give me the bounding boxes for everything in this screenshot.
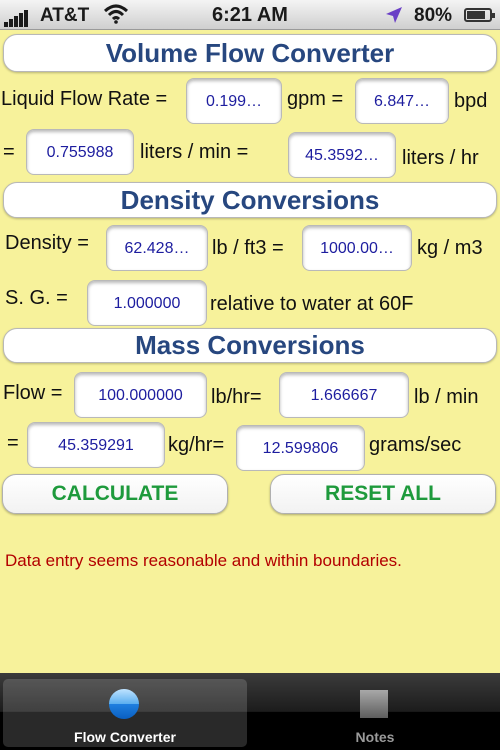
- liters-per-hr-label: liters / hr: [402, 147, 479, 169]
- lb-per-ft3-input[interactable]: 62.428…: [106, 225, 208, 271]
- location-arrow-icon: [386, 7, 402, 23]
- tab-notes-label: Notes: [355, 729, 395, 745]
- gpm-label: gpm =: [287, 88, 344, 110]
- kg-per-m3-label: kg / m3: [417, 237, 483, 259]
- lb-per-hr-input[interactable]: 100.000000: [74, 372, 207, 418]
- liquid-flow-rate-label: Liquid Flow Rate =: [1, 88, 168, 110]
- tab-notes[interactable]: Notes: [253, 679, 497, 747]
- flow-label: Flow =: [3, 382, 63, 404]
- specific-gravity-input[interactable]: 1.000000: [87, 280, 207, 326]
- liters-per-hr-input[interactable]: 45.3592…: [288, 132, 396, 178]
- specific-gravity-label: S. G. =: [5, 287, 68, 309]
- lb-per-hr-label: lb/hr=: [211, 386, 262, 408]
- lb-per-ft3-label: lb / ft3 =: [212, 237, 284, 259]
- lb-per-min-label: lb / min: [414, 386, 479, 408]
- grams-per-sec-input[interactable]: 12.599806: [236, 425, 365, 471]
- mass-conversions-header: Mass Conversions: [3, 328, 497, 363]
- specific-gravity-note: relative to water at 60F: [210, 293, 414, 315]
- status-message: Data entry seems reasonable and within b…: [5, 551, 402, 570]
- battery-icon: [464, 8, 495, 22]
- kg-per-hr-input[interactable]: 45.359291: [27, 422, 165, 468]
- tab-bar: Flow Converter Notes: [0, 673, 500, 750]
- reset-all-button[interactable]: RESET ALL: [270, 474, 496, 514]
- calculate-button[interactable]: CALCULATE: [2, 474, 228, 514]
- density-label: Density =: [5, 232, 89, 254]
- status-bar: AT&T 6:21 AM 80%: [0, 0, 500, 30]
- blue-orb-icon: [109, 689, 139, 719]
- liters-per-min-label: liters / min =: [140, 141, 249, 163]
- battery-percentage: 80%: [414, 5, 453, 26]
- grams-per-sec-label: grams/sec: [369, 434, 462, 456]
- density-conversions-header: Density Conversions: [3, 182, 497, 218]
- kg-per-m3-input[interactable]: 1000.00…: [302, 225, 412, 271]
- gray-square-icon: [360, 690, 388, 718]
- volume-flow-header: Volume Flow Converter: [3, 34, 497, 72]
- bpd-input[interactable]: 6.847…: [355, 78, 449, 124]
- lb-per-min-input[interactable]: 1.666667: [279, 372, 409, 418]
- tab-flow-converter-label: Flow Converter: [74, 729, 176, 745]
- tab-flow-converter[interactable]: Flow Converter: [3, 679, 247, 747]
- equals-label: =: [3, 141, 15, 163]
- kg-per-hr-label: kg/hr=: [168, 434, 225, 456]
- liters-per-min-input[interactable]: 0.755988: [26, 129, 134, 175]
- bpd-label: bpd: [454, 90, 488, 112]
- gpm-input[interactable]: 0.199…: [186, 78, 282, 124]
- equals-label-mass: =: [7, 432, 19, 454]
